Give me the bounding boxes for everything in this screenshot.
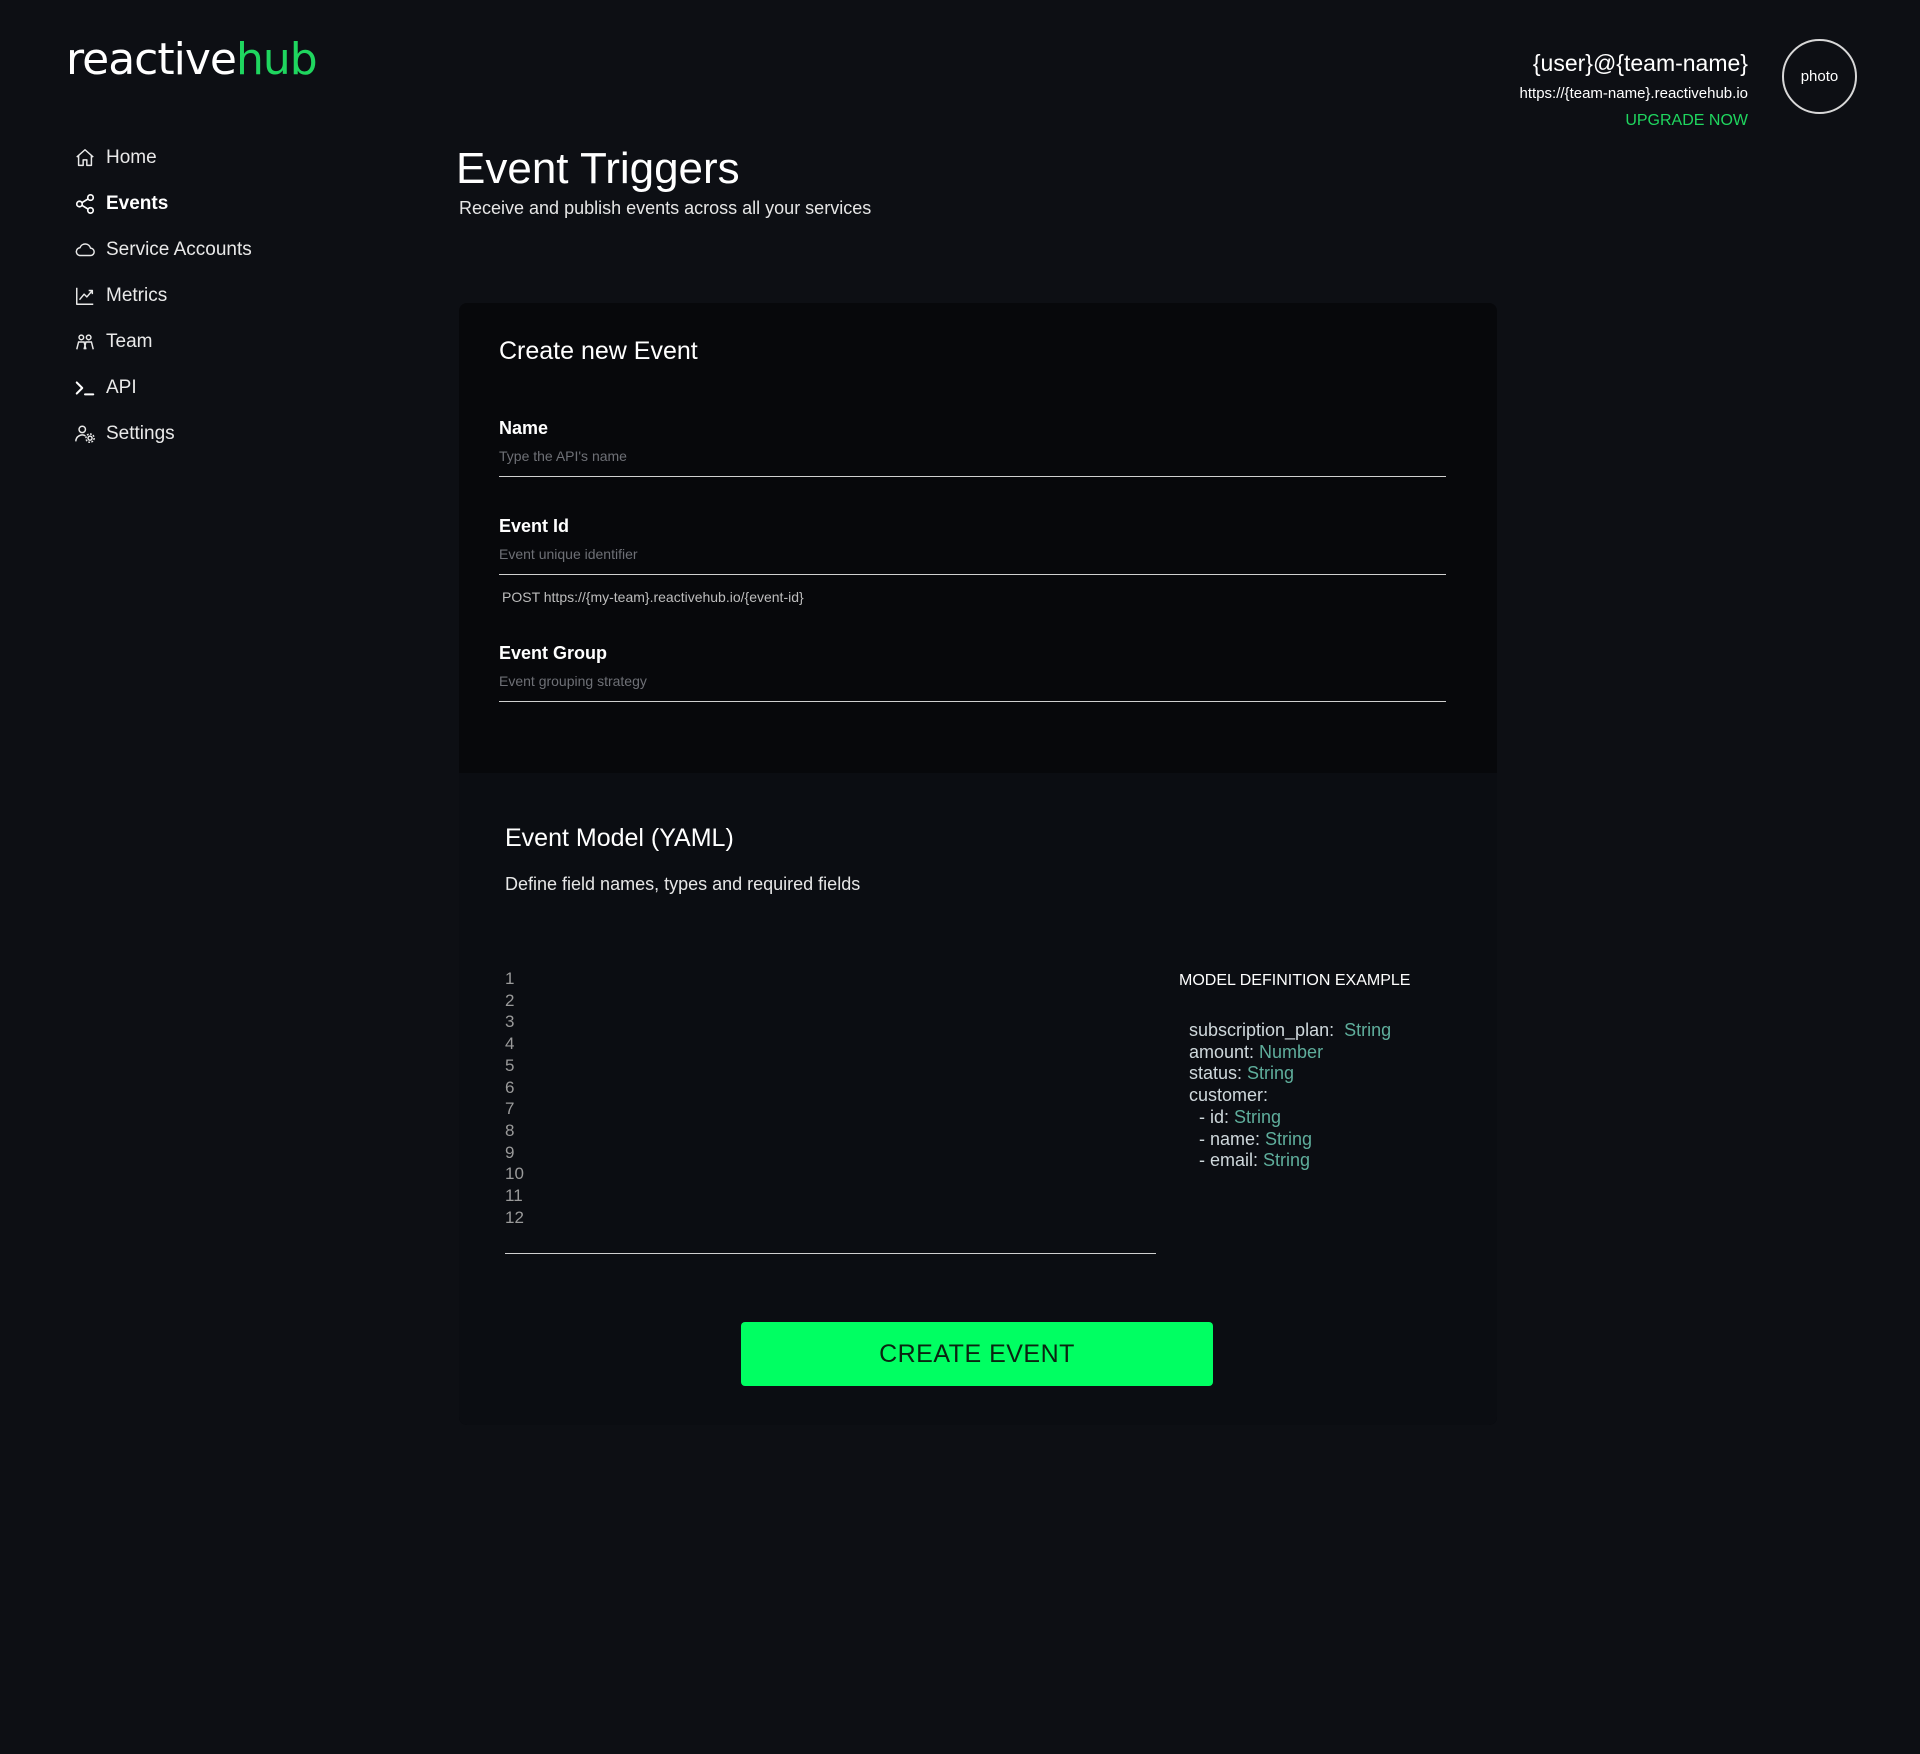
line-number: 3 — [505, 1012, 515, 1032]
sidebar: Home Events Service Accounts Metrics Tea… — [74, 135, 252, 457]
user-info: {user}@{team-name} https://{team-name}.r… — [1520, 48, 1748, 132]
name-field-group: Name — [499, 416, 1446, 477]
avatar-label: photo — [1800, 68, 1839, 85]
example-type: String — [1234, 1106, 1282, 1127]
name-input[interactable] — [499, 446, 1446, 477]
editor-line-numbers: 1 2 3 4 5 6 7 8 9 10 11 12 — [505, 968, 1156, 1228]
example-key: subscription_plan: — [1189, 1020, 1345, 1040]
example-type: String — [1265, 1128, 1313, 1149]
example-line: amount: Number — [1189, 1042, 1410, 1064]
line-number: 12 — [505, 1207, 524, 1227]
model-example-title: MODEL DEFINITION EXAMPLE — [1179, 972, 1411, 989]
avatar[interactable]: photo — [1782, 39, 1857, 114]
line-number: 8 — [505, 1120, 515, 1140]
event-id-input[interactable] — [499, 544, 1446, 575]
create-event-card: Create new Event Name Event Id POST http… — [459, 303, 1497, 1425]
example-key: - id: — [1189, 1106, 1235, 1127]
event-id-label: Event Id — [499, 516, 570, 536]
home-icon — [76, 149, 94, 167]
sidebar-item-label: Team — [106, 331, 153, 352]
page-subtitle: Receive and publish events across all yo… — [459, 198, 872, 218]
name-label: Name — [499, 418, 549, 438]
sidebar-item-label: API — [106, 377, 137, 398]
page-title: Event Triggers — [456, 144, 740, 193]
example-key: - email: — [1189, 1150, 1264, 1171]
sidebar-item-home[interactable]: Home — [74, 135, 252, 181]
example-type: Number — [1259, 1041, 1324, 1062]
example-line: - email: String — [1189, 1150, 1410, 1172]
example-line: customer: — [1189, 1085, 1410, 1107]
event-model-title: Event Model (YAML) — [505, 824, 734, 852]
line-number: 2 — [505, 990, 515, 1010]
line-number: 4 — [505, 1034, 515, 1054]
event-model-subtitle: Define field names, types and required f… — [505, 874, 861, 894]
yaml-editor[interactable]: 1 2 3 4 5 6 7 8 9 10 11 12 — [505, 968, 1156, 1254]
line-number: 7 — [505, 1099, 515, 1119]
event-group-input[interactable] — [499, 671, 1446, 702]
team-url: https://{team-name}.reactivehub.io — [1519, 85, 1748, 102]
sidebar-item-events[interactable]: Events — [74, 181, 252, 227]
example-type: String — [1263, 1150, 1311, 1171]
line-number: 11 — [505, 1186, 523, 1206]
example-key: status: — [1189, 1063, 1248, 1084]
example-key: amount: — [1189, 1041, 1260, 1062]
line-number: 6 — [505, 1077, 515, 1097]
line-number: 9 — [505, 1142, 515, 1162]
example-type: String — [1247, 1063, 1295, 1084]
line-number: 5 — [505, 1055, 515, 1075]
model-example-code: subscription_plan: String amount: Number s… — [1179, 1020, 1410, 1172]
sidebar-item-service-accounts[interactable]: Service Accounts — [74, 227, 252, 273]
share-icon — [75, 194, 95, 214]
example-line: subscription_plan: String — [1189, 1020, 1410, 1042]
brand-logo-part1: reactive — [66, 34, 237, 85]
sidebar-item-label: Settings — [106, 423, 175, 444]
example-line: - id: String — [1189, 1107, 1410, 1129]
line-number: 1 — [505, 969, 515, 988]
example-line: status: String — [1189, 1063, 1410, 1085]
sidebar-item-metrics[interactable]: Metrics — [74, 273, 252, 319]
sidebar-item-label: Home — [106, 147, 157, 168]
event-endpoint-hint: POST https://{my-team}.reactivehub.io/{e… — [502, 589, 804, 605]
terminal-icon — [75, 381, 95, 396]
sidebar-item-label: Service Accounts — [106, 239, 252, 260]
example-type: String — [1344, 1020, 1392, 1040]
team-icon — [76, 334, 94, 350]
event-group-label: Event Group — [499, 643, 608, 663]
event-id-field-group: Event Id POST https://{my-team}.reactive… — [499, 514, 1446, 605]
user-settings-icon — [75, 425, 95, 443]
brand-logo-part2: hub — [235, 34, 318, 85]
example-line: - name: String — [1189, 1129, 1410, 1151]
create-event-button[interactable]: CREATE EVENT — [741, 1322, 1213, 1386]
sidebar-item-api[interactable]: API — [74, 365, 252, 411]
sidebar-item-label: Events — [106, 193, 169, 214]
upgrade-link[interactable]: UPGRADE NOW — [1520, 110, 1748, 132]
example-key: customer: — [1189, 1085, 1269, 1106]
card-title: Create new Event — [499, 337, 698, 365]
sidebar-item-label: Metrics — [106, 285, 168, 306]
sidebar-item-settings[interactable]: Settings — [74, 411, 252, 457]
cloud-icon — [75, 243, 95, 257]
user-name: {user}@{team-name} — [1532, 50, 1748, 76]
model-example: MODEL DEFINITION EXAMPLE subscription_pl… — [1179, 970, 1410, 1172]
chart-icon — [76, 287, 94, 305]
line-number: 10 — [505, 1164, 524, 1184]
sidebar-item-team[interactable]: Team — [74, 319, 252, 365]
brand-logo[interactable]: reactivehub — [66, 34, 318, 86]
event-group-field-group: Event Group — [499, 641, 1446, 702]
example-key: - name: — [1189, 1128, 1266, 1149]
